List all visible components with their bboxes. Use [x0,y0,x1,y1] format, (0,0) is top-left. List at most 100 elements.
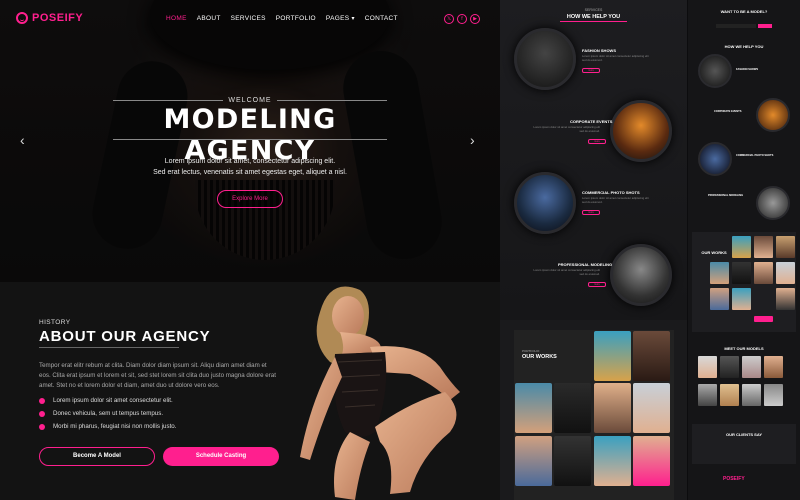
portfolio-tile[interactable] [554,383,591,433]
about-title: ABOUT OUR AGENCY [39,328,211,345]
mobile-work-tile[interactable] [754,262,773,284]
service-read-more-button[interactable]: more [588,139,606,144]
youtube-icon[interactable]: ▶ [470,14,480,24]
mobile-view-more-button[interactable] [754,316,773,322]
carousel-prev-icon[interactable]: ‹ [20,132,25,148]
nav-about[interactable]: ABOUT [197,15,221,22]
about-paragraph: Tempor erat elitr rebum at clita. Diam d… [39,362,276,389]
portfolio-tile[interactable] [515,436,552,486]
service-description: Lorem ipsum dolor sit amet consectetur a… [533,268,600,276]
mobile-testimonial-panel [692,424,796,464]
mobile-work-tile[interactable] [732,236,751,258]
mobile-work-tile[interactable] [776,236,795,258]
mobile-models-title: MEET OUR MODELS [724,346,764,351]
portfolio-tile[interactable] [554,436,591,486]
mobile-work-tile[interactable] [732,262,751,284]
mobile-submit-button[interactable] [758,24,772,28]
about-bullet-list: Lorem ipsum dolor sit amet consectetur e… [39,394,176,433]
service-description: Lorem ipsum dolor sit amet consectetur a… [582,196,649,204]
nav-services[interactable]: SERVICES [231,15,266,22]
list-item: Lorem ipsum dolor sit amet consectetur e… [39,394,176,407]
inner-page-preview: WANT TO BE A MODEL? HOW WE HELP YOU FASH… [688,0,800,500]
about-title-underline [39,347,179,348]
brand-logo[interactable]: POSEIFY [16,12,83,24]
nav-contact[interactable]: CONTACT [365,15,398,22]
service-read-more-button[interactable]: more [582,210,600,215]
service-read-more-button[interactable]: more [582,68,600,73]
works-title: OUR WORKS [522,354,557,360]
hero-eyebrow: WELCOME [228,97,272,104]
portfolio-tile[interactable] [633,436,670,486]
mobile-model-tile[interactable] [720,384,739,406]
brand-name: POSEIFY [32,12,84,24]
nav-portfolio[interactable]: PORTFOLIO [276,15,316,22]
portfolio-tile[interactable] [594,436,631,486]
service-description: Lorem ipsum dolor sit amet consectetur a… [533,125,600,133]
hero-text-line-2: Sed erat lectus, venenatis sit amet eges… [153,169,347,176]
mobile-service-image [698,54,732,88]
bullet-text: Morbi mi pharus, feugiat nisi non mollis… [53,423,177,430]
top-navbar: POSEIFY HOME ABOUT SERVICES PORTFOLIO PA… [0,12,500,30]
portfolio-tile[interactable] [633,383,670,433]
mobile-work-tile[interactable] [776,288,795,310]
mobile-model-tile[interactable] [742,384,761,406]
bullet-dot-icon [39,410,45,417]
hero-subtext: Lorem ipsum dolor sit amet, consectetur … [120,156,380,178]
mobile-work-tile[interactable] [732,288,751,310]
mobile-model-tile[interactable] [764,356,783,378]
portfolio-tile[interactable] [594,383,631,433]
service-label: PROFESSIONAL MODELING [558,262,613,267]
smile-logo-icon [16,12,28,24]
service-image-commercial [514,172,576,234]
service-description: Lorem ipsum dolor sit amet consectetur a… [582,54,649,62]
service-image-corporate [610,100,672,162]
carousel-next-icon[interactable]: › [470,132,475,148]
services-section: SERVICES HOW WE HELP YOU FASHION SHOWS L… [500,0,687,320]
become-model-button[interactable]: Become A Model [39,447,155,466]
service-label: FASHION SHOWS [582,48,617,53]
service-label: COMMERCIAL PHOTO SHOTS [582,190,640,195]
mobile-service-label: CORPORATE EVENTS [714,110,742,113]
facebook-icon[interactable]: f [457,14,467,24]
mobile-service-label: COMMERCIAL PHOTO SHOTS [736,154,774,157]
mobile-work-tile[interactable] [710,288,729,310]
mobile-model-tile[interactable] [698,356,717,378]
mobile-email-input[interactable] [716,24,756,28]
list-item: Morbi mi pharus, feugiat nisi non mollis… [39,420,176,433]
mobile-footer-logo[interactable]: POSEIFY [723,476,745,482]
list-item: Donec vehicula, sem ut tempus tempus. [39,407,176,420]
portfolio-tile[interactable] [594,331,631,381]
mobile-model-tile[interactable] [720,356,739,378]
mobile-model-tile[interactable] [764,384,783,406]
about-eyebrow: HISTORY [39,319,71,326]
services-eyebrow: SERVICES [584,8,603,12]
mobile-service-image [698,142,732,176]
about-section: HISTORY ABOUT OUR AGENCY Tempor erat eli… [0,282,500,500]
main-menu: HOME ABOUT SERVICES PORTFOLIO PAGES ▾ CO… [166,15,398,22]
mobile-work-tile[interactable] [754,236,773,258]
service-read-more-button[interactable]: more [588,282,606,287]
hero-section: POSEIFY HOME ABOUT SERVICES PORTFOLIO PA… [0,0,500,282]
works-eyebrow: PORTFOLIO [522,349,540,353]
mobile-model-tile[interactable] [742,356,761,378]
mobile-service-label: FASHION SHOWS [736,68,759,71]
nav-pages-label: PAGES [325,15,350,22]
mobile-work-tile[interactable] [710,262,729,284]
mobile-help-title: HOW WE HELP YOU [724,44,764,49]
mobile-service-image [756,186,790,220]
x-icon[interactable]: 𝕏 [444,14,454,24]
mobile-model-tile[interactable] [698,384,717,406]
bullet-text: Lorem ipsum dolor sit amet consectetur e… [53,397,173,404]
chevron-down-icon: ▾ [351,16,355,22]
portfolio-tile[interactable] [633,331,670,381]
nav-pages[interactable]: PAGES ▾ [326,15,355,22]
explore-more-button[interactable]: Explore More [217,190,283,208]
nav-home[interactable]: HOME [166,15,187,22]
mobile-service-image [756,98,790,132]
mobile-service-label: PROFESSIONAL MODELING [708,194,744,197]
portfolio-tile[interactable] [515,383,552,433]
services-title-underline [560,21,627,22]
mobile-work-tile[interactable] [776,262,795,284]
schedule-casting-button[interactable]: Schedule Casting [163,447,279,466]
social-links: 𝕏 f ▶ [444,14,480,24]
